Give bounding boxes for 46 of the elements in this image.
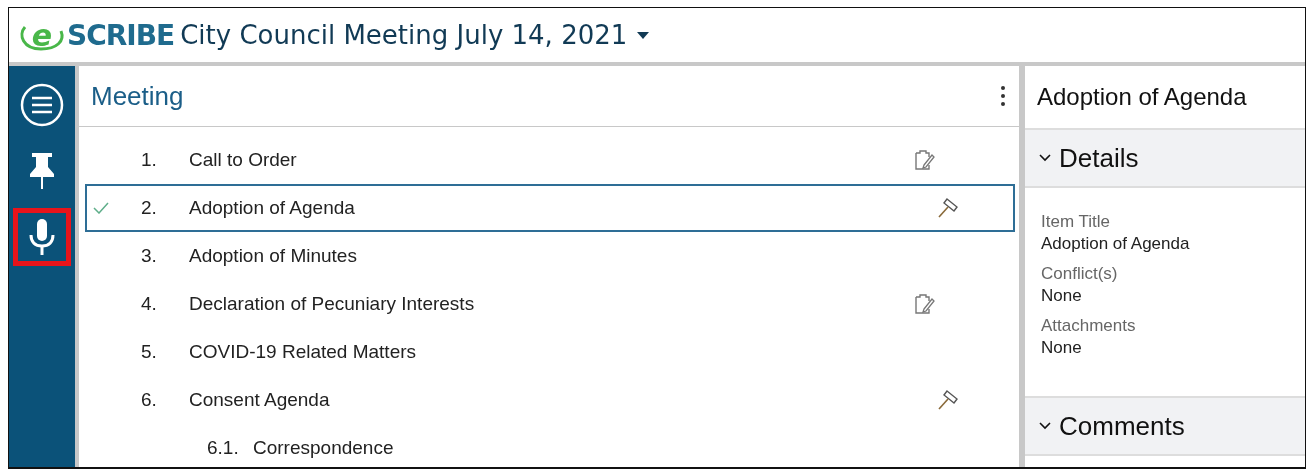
sidebar-button[interactable]	[13, 208, 71, 266]
chevron-icon	[1039, 422, 1051, 430]
agenda-item[interactable]: 5. COVID-19 Related Matters	[85, 328, 1015, 376]
item-title: Adoption of Minutes	[189, 245, 358, 267]
agenda-item[interactable]: 6.1. Correspondence	[85, 424, 1015, 467]
item-title: COVID-19 Related Matters	[189, 341, 418, 363]
gavel-icon[interactable]	[937, 389, 959, 411]
section-header[interactable]: Comments	[1025, 396, 1305, 456]
item-title: Correspondence	[253, 437, 395, 459]
item-title: Consent Agenda	[189, 389, 331, 411]
agenda-item[interactable]: 1. Call to Order	[85, 136, 1015, 184]
microphone-icon	[29, 218, 55, 256]
logo-text: SCRIBE	[67, 18, 175, 52]
pin-icon	[29, 152, 55, 190]
field-label: Attachments	[1041, 316, 1137, 336]
item-number: 5.	[141, 341, 158, 363]
details-title: Adoption of Agenda	[1036, 82, 1248, 112]
agenda-item[interactable]: 2. Adoption of Agenda	[85, 184, 1015, 232]
field-value: None	[1041, 286, 1083, 306]
more-icon	[1001, 85, 1005, 107]
item-number: 3.	[141, 245, 158, 267]
section-header[interactable]: Details	[1025, 128, 1305, 188]
agenda-item[interactable]: 6. Consent Agenda	[85, 376, 1015, 424]
field-label: Conflict(s)	[1041, 264, 1119, 284]
chevron-icon	[1039, 154, 1051, 162]
clipboard-pencil-icon[interactable]	[913, 149, 935, 171]
item-number: 6.	[141, 389, 158, 411]
panel-title: Meeting	[91, 80, 184, 112]
item-number: 6.1.	[207, 437, 240, 459]
caret-icon	[637, 31, 650, 39]
item-number: 2.	[141, 197, 158, 219]
item-title: Declaration of Pecuniary Interests	[189, 293, 476, 315]
clipboard-pencil-icon[interactable]	[913, 293, 935, 315]
logo-mark: e	[17, 17, 67, 53]
meeting-title-dropdown[interactable]: City Council Meeting July 14, 2021	[180, 20, 650, 50]
item-number: 1.	[141, 149, 158, 171]
field-value: Adoption of Agenda	[1041, 234, 1191, 254]
field-label: Item Title	[1041, 212, 1111, 232]
gavel-icon[interactable]	[937, 197, 959, 219]
field-value: None	[1041, 338, 1083, 358]
menu-icon	[20, 83, 64, 127]
item-title: Call to Order	[189, 149, 298, 171]
agenda-item[interactable]: 4. Declaration of Pecuniary Interests	[85, 280, 1015, 328]
item-title: Adoption of Agenda	[189, 197, 356, 219]
agenda-item[interactable]: 3. Adoption of Minutes	[85, 232, 1015, 280]
item-number: 4.	[141, 293, 158, 315]
